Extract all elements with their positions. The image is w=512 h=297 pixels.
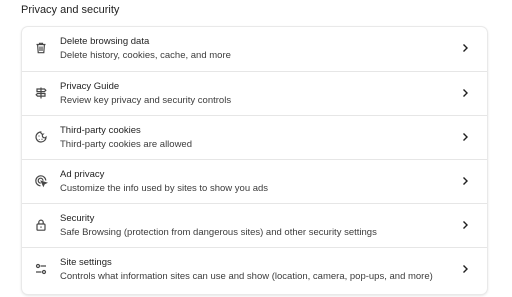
section-title: Privacy and security <box>21 4 120 16</box>
chevron-right-icon <box>459 87 471 99</box>
row-subtitle: Customize the info used by sites to show… <box>60 183 269 194</box>
row-security[interactable]: Security Safe Browsing (protection from … <box>22 203 487 247</box>
trash-icon <box>34 41 48 55</box>
cookie-icon <box>34 130 48 144</box>
row-title: Delete browsing data <box>60 36 150 47</box>
signpost-icon <box>34 86 48 100</box>
row-title: Third-party cookies <box>60 125 141 136</box>
row-subtitle: Delete history, cookies, cache, and more <box>60 50 231 61</box>
chevron-right-icon <box>459 131 471 143</box>
row-title: Site settings <box>60 257 112 268</box>
lock-icon <box>34 218 48 232</box>
row-delete-browsing-data[interactable]: Delete browsing data Delete history, coo… <box>22 27 487 71</box>
row-title: Ad privacy <box>60 169 105 180</box>
ad-target-icon <box>34 174 48 188</box>
row-third-party-cookies[interactable]: Third-party cookies Third-party cookies … <box>22 115 487 159</box>
row-subtitle: Safe Browsing (protection from dangerous… <box>60 227 377 238</box>
chevron-right-icon <box>459 263 471 275</box>
sliders-icon <box>34 262 48 276</box>
chevron-right-icon <box>459 219 471 231</box>
row-subtitle: Controls what information sites can use … <box>60 271 433 282</box>
row-subtitle: Review key privacy and security controls <box>60 95 232 106</box>
row-title: Security <box>60 213 95 224</box>
row-privacy-guide[interactable]: Privacy Guide Review key privacy and sec… <box>22 71 487 115</box>
row-ad-privacy[interactable]: Ad privacy Customize the info used by si… <box>22 159 487 203</box>
privacy-security-card: Delete browsing data Delete history, coo… <box>22 27 487 294</box>
chevron-right-icon <box>459 42 471 54</box>
chevron-right-icon <box>459 175 471 187</box>
settings-page: Privacy and security Delete browsing dat… <box>0 0 512 297</box>
row-subtitle: Third-party cookies are allowed <box>60 139 193 150</box>
row-site-settings[interactable]: Site settings Controls what information … <box>22 247 487 291</box>
row-title: Privacy Guide <box>60 81 120 92</box>
